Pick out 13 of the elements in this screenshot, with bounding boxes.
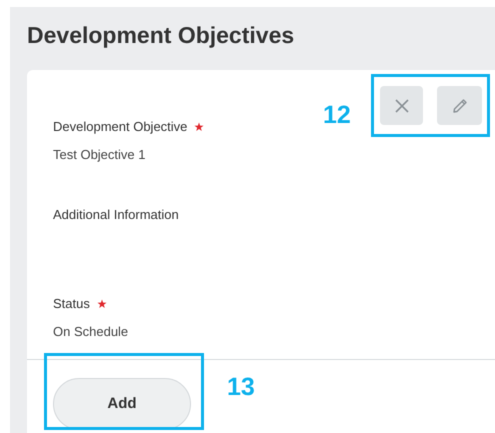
field-label: Status (53, 295, 90, 313)
callout-number: 13 (227, 372, 255, 402)
callout-number: 12 (323, 100, 351, 130)
field-value: On Schedule (53, 323, 130, 341)
edit-button[interactable] (437, 86, 482, 125)
pencil-icon (450, 96, 468, 114)
field-value: Test Objective 1 (53, 146, 146, 164)
field-label: Development Objective (53, 118, 188, 136)
field-label: Additional Information (53, 206, 179, 224)
close-icon (394, 98, 410, 114)
close-button[interactable] (380, 86, 423, 125)
page-title: Development Objectives (27, 21, 296, 50)
add-button[interactable]: Add (53, 378, 191, 430)
